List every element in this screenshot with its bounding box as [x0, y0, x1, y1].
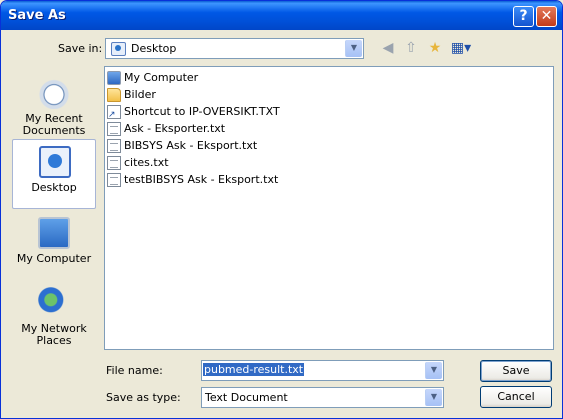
save-as-type-label: Save as type: — [106, 391, 181, 404]
up-one-level-icon[interactable]: ⇧ — [401, 40, 421, 56]
save-as-type-value: Text Document — [205, 391, 288, 404]
file-name: BIBSYS Ask - Eksport.txt — [124, 139, 258, 152]
place-label: My Network Places — [21, 322, 87, 347]
place-my-recent-documents[interactable]: My Recent Documents — [12, 71, 96, 141]
shortcut-icon — [107, 105, 121, 120]
computer-icon — [38, 217, 70, 249]
back-icon[interactable]: ◀ — [378, 40, 398, 56]
place-desktop[interactable]: Desktop — [12, 139, 96, 209]
text-file-icon — [107, 156, 121, 170]
help-button[interactable]: ? — [513, 6, 534, 27]
save-in-dropdown[interactable]: Desktop ▼ — [105, 38, 364, 59]
file-list[interactable]: My Computer Bilder Shortcut to IP-OVERSI… — [104, 66, 554, 350]
computer-icon — [107, 71, 121, 85]
place-label: My Recent Documents — [22, 112, 86, 137]
file-name-label: File name: — [106, 364, 163, 377]
save-as-dialog: Save As ? ✕ Save in: Desktop ▼ ◀ ⇧ ★ ▦▾ … — [0, 0, 563, 419]
close-button[interactable]: ✕ — [536, 6, 557, 27]
file-name: Shortcut to IP-OVERSIKT.TXT — [124, 105, 280, 118]
file-name-input[interactable]: pubmed-result.txt ▼ — [201, 360, 444, 381]
place-label: Desktop — [31, 181, 77, 194]
title-bar[interactable]: Save As ? ✕ — [1, 1, 562, 30]
save-as-type-dropdown[interactable]: Text Document ▼ — [201, 387, 444, 408]
file-name: My Computer — [124, 71, 199, 84]
file-name: testBIBSYS Ask - Eksport.txt — [124, 173, 279, 186]
save-button[interactable]: Save — [480, 360, 552, 382]
text-file-icon — [107, 139, 121, 153]
window-title: Save As — [8, 8, 66, 23]
network-places-icon — [38, 287, 70, 319]
new-folder-icon[interactable]: ★ — [425, 40, 445, 56]
place-label: My Computer — [16, 252, 92, 265]
text-file-icon — [107, 173, 121, 187]
file-name: cites.txt — [124, 156, 169, 169]
chevron-down-icon[interactable]: ▼ — [425, 362, 442, 379]
views-menu-icon[interactable]: ▦▾ — [449, 40, 473, 56]
chevron-down-icon[interactable]: ▼ — [345, 40, 362, 57]
chevron-down-icon[interactable]: ▼ — [425, 389, 442, 406]
place-my-computer[interactable]: My Computer — [12, 211, 96, 281]
desktop-icon — [39, 146, 71, 178]
text-file-icon — [107, 122, 121, 136]
desktop-icon — [111, 42, 126, 56]
recent-documents-icon — [38, 77, 70, 109]
file-name: Ask - Eksporter.txt — [124, 122, 226, 135]
cancel-button[interactable]: Cancel — [480, 386, 552, 408]
save-in-label: Save in: — [58, 42, 103, 55]
place-my-network-places[interactable]: My Network Places — [12, 281, 96, 351]
file-name: Bilder — [124, 88, 156, 101]
file-name-value: pubmed-result.txt — [203, 363, 305, 376]
folder-icon — [107, 88, 121, 102]
save-in-value: Desktop — [131, 42, 177, 55]
